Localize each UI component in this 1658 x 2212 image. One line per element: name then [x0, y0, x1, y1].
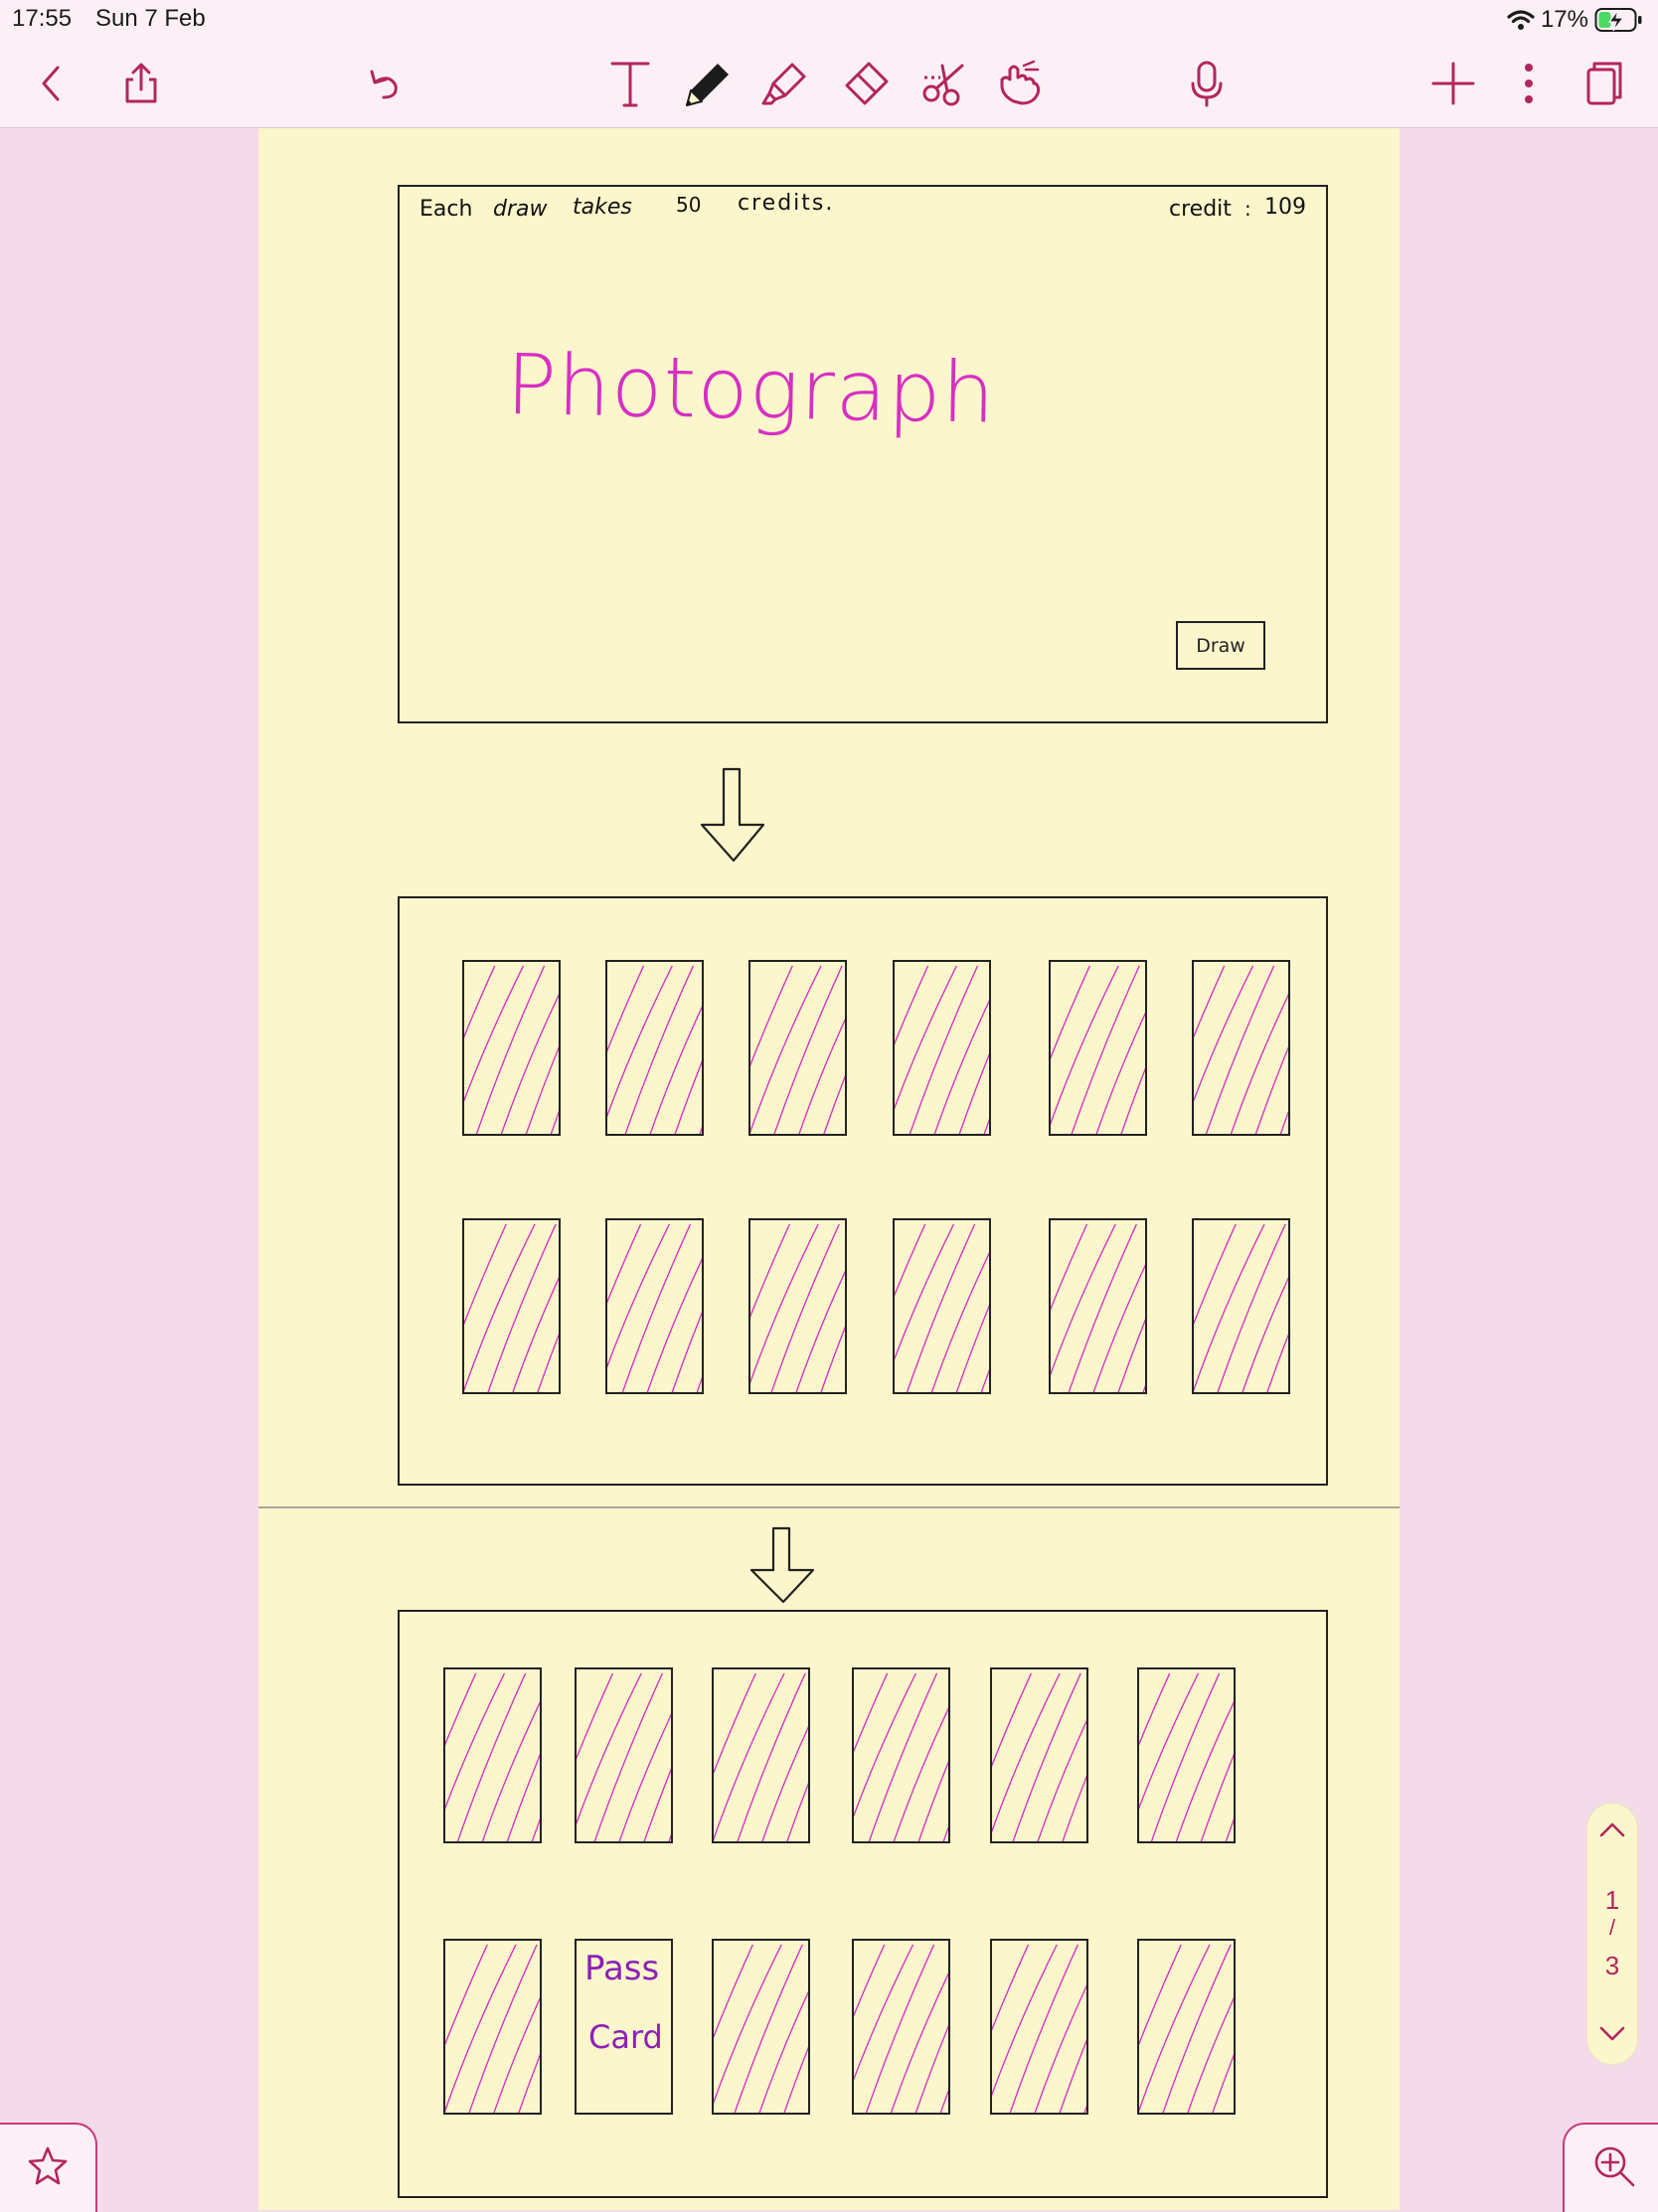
wifi-icon	[1507, 10, 1535, 30]
screen-3-hidden-card[interactable]	[443, 1939, 542, 2115]
share-button[interactable]	[113, 56, 169, 111]
more-vertical-icon	[1525, 64, 1533, 103]
screen-2-hidden-card[interactable]	[893, 1218, 991, 1394]
page-down-icon[interactable]	[1597, 2024, 1627, 2044]
status-right: 17%	[1507, 4, 1644, 36]
pages-icon	[1586, 62, 1622, 105]
screen-2-hidden-card[interactable]	[1192, 1218, 1290, 1394]
add-icon	[1431, 62, 1475, 105]
screen-3-hidden-card[interactable]	[712, 1939, 810, 2115]
text-tool-icon	[610, 62, 650, 107]
favorite-button[interactable]	[0, 2123, 97, 2212]
screen-2-hidden-card[interactable]	[748, 1218, 847, 1394]
screen-3-hidden-card[interactable]	[990, 1667, 1088, 1843]
zoom-button[interactable]	[1563, 2123, 1658, 2212]
screen-2-hidden-card[interactable]	[1049, 1218, 1147, 1394]
screen-2-hidden-card[interactable]	[462, 960, 561, 1136]
eraser-icon	[845, 62, 889, 105]
share-icon	[125, 63, 157, 103]
cost-amount: 50	[676, 193, 702, 217]
screen-2-hidden-card[interactable]	[605, 960, 704, 1136]
more-button[interactable]	[1501, 56, 1557, 111]
battery-charging-icon	[1594, 8, 1642, 32]
highlighter-icon	[761, 63, 806, 105]
down-arrow-2	[749, 1526, 815, 1604]
cost-word-credits: credits.	[738, 191, 835, 216]
pass-card-line-2: Card	[588, 2018, 663, 2056]
pages-button[interactable]	[1576, 56, 1632, 111]
toolbar	[0, 40, 1658, 128]
page-navigator: 1 / 3	[1587, 1804, 1637, 2064]
add-page-button[interactable]	[1425, 56, 1481, 111]
screen-2-hidden-card[interactable]	[748, 960, 847, 1136]
hand-pointer-icon	[1000, 60, 1041, 105]
highlighter-tool-button[interactable]	[757, 56, 813, 111]
zoom-in-icon	[1594, 2146, 1635, 2187]
screen-3-hidden-card[interactable]	[852, 1667, 950, 1843]
headline-photograph: Photograph	[505, 336, 997, 442]
screen-3-hidden-card[interactable]	[712, 1667, 810, 1843]
star-icon	[28, 2146, 68, 2185]
pass-card-line-1: Pass	[584, 1949, 660, 1988]
current-page: 1	[1604, 1885, 1620, 1915]
credit-colon: :	[1244, 197, 1251, 221]
screen-2-hidden-card[interactable]	[1192, 960, 1290, 1136]
screen-2-hidden-card[interactable]	[1049, 960, 1147, 1136]
lasso-tool-button[interactable]	[916, 56, 972, 111]
screen-3-hidden-card[interactable]	[990, 1939, 1088, 2115]
screen-3-hidden-card[interactable]	[1137, 1667, 1236, 1843]
undo-icon	[370, 70, 398, 99]
back-button[interactable]	[24, 56, 80, 111]
lasso-scissors-icon	[922, 64, 964, 106]
battery-percent: 17%	[1540, 6, 1588, 33]
screen-2-hidden-card[interactable]	[605, 1218, 704, 1394]
pass-card[interactable]: Pass Card	[575, 1939, 673, 2115]
page-break-line	[258, 1506, 1400, 1508]
screen-3-hidden-card[interactable]	[852, 1939, 950, 2115]
status-time: 17:55	[12, 5, 73, 32]
credit-value: 109	[1264, 195, 1306, 220]
eraser-tool-button[interactable]	[837, 56, 893, 111]
cost-word-takes: takes	[573, 195, 632, 220]
status-date: Sun 7 Feb	[95, 5, 206, 32]
screen-3-hidden-card[interactable]	[1137, 1939, 1236, 2115]
pen-icon	[685, 64, 729, 106]
screen-2-hidden-card[interactable]	[462, 1218, 561, 1394]
screen-2-hidden-card[interactable]	[893, 960, 991, 1136]
credit-label: credit	[1169, 197, 1232, 222]
page-separator: /	[1608, 1915, 1616, 1940]
page-up-icon[interactable]	[1597, 1819, 1627, 1839]
total-pages: 3	[1604, 1951, 1620, 1980]
down-arrow-1	[700, 767, 765, 863]
pen-tool-button[interactable]	[680, 56, 736, 111]
text-tool-button[interactable]	[602, 56, 658, 111]
hand-tool-button[interactable]	[992, 56, 1048, 111]
microphone-button[interactable]	[1179, 56, 1235, 111]
screen-3-hidden-card[interactable]	[443, 1667, 542, 1843]
cost-word-draw: draw	[493, 197, 548, 222]
screen-3-hidden-card[interactable]	[575, 1667, 673, 1843]
draw-button[interactable]: Draw	[1176, 621, 1265, 670]
status-bar: 17:55 Sun 7 Feb 17%	[0, 0, 1658, 40]
microphone-icon	[1191, 61, 1223, 107]
back-chevron-icon	[42, 66, 60, 101]
undo-button[interactable]	[358, 56, 414, 111]
cost-word-each: Each	[419, 197, 473, 222]
draw-button-label: Draw	[1196, 634, 1245, 657]
